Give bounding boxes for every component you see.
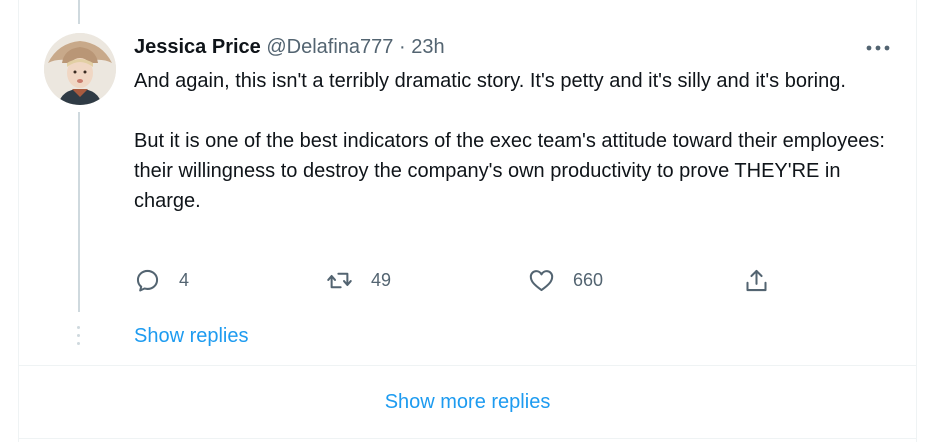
tweet-text: And again, this isn't a terribly dramati… — [134, 66, 894, 216]
author-name[interactable]: Jessica Price — [134, 36, 261, 58]
reply-icon — [136, 269, 159, 292]
like-count: 660 — [573, 269, 604, 290]
show-replies-link[interactable]: Show replies — [134, 325, 249, 348]
tweet-actions: 4 49 660 — [0, 264, 934, 296]
like-button[interactable]: 660 — [528, 264, 603, 296]
heart-icon — [529, 269, 554, 291]
retweet-button[interactable]: 49 — [326, 264, 391, 296]
thread-dots — [77, 326, 81, 350]
reply-count: 4 — [179, 269, 190, 290]
header-separator: · — [398, 36, 406, 58]
reply-button[interactable]: 4 — [134, 264, 189, 296]
tweet-paragraph: But it is one of the best indicators of … — [134, 130, 885, 212]
tweet-timestamp[interactable]: 23h — [411, 36, 444, 58]
avatar[interactable] — [44, 33, 116, 105]
retweet-icon — [327, 272, 352, 288]
retweet-count: 49 — [371, 269, 392, 290]
more-options-button[interactable] — [864, 37, 892, 59]
show-more-replies-button[interactable]: Show more replies — [18, 366, 917, 438]
share-icon — [746, 269, 767, 291]
divider — [18, 438, 917, 439]
show-more-replies-label: Show more replies — [384, 390, 551, 413]
author-handle[interactable]: @Delafina777 — [266, 36, 393, 58]
avatar-image — [44, 33, 116, 105]
ellipsis-icon — [866, 45, 890, 51]
share-button[interactable] — [743, 264, 770, 296]
tweet-paragraph: And again, this isn't a terribly dramati… — [134, 70, 846, 92]
tweet-header: Jessica Price @Delafina777 · 23h — [134, 36, 445, 59]
thread-line-top — [78, 0, 80, 24]
